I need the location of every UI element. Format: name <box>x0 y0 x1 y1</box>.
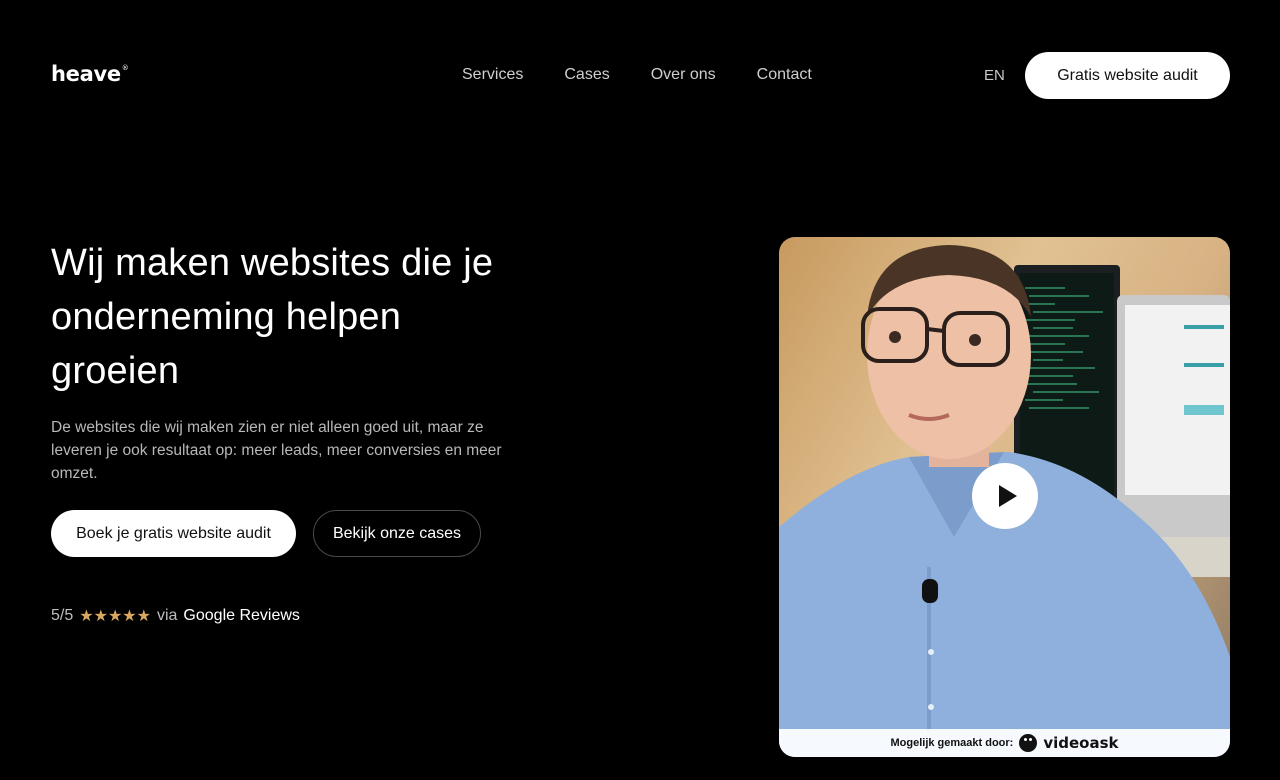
made-by-label: Mogelijk gemaakt door: <box>890 737 1014 749</box>
language-switch[interactable]: EN <box>984 67 1005 84</box>
hero-subtitle: De websites die wij maken zien er niet a… <box>51 419 502 482</box>
hero-title: Wij maken websites die je onderneming he… <box>51 242 494 392</box>
star-icons: ★★★★★ <box>79 608 151 625</box>
videoask-logo-icon <box>1019 734 1038 752</box>
logo-text: heave <box>51 62 121 86</box>
rating-score: 5/5 <box>51 607 74 624</box>
rating-source: Google Reviews <box>183 607 300 624</box>
nav-services[interactable]: Services <box>462 66 523 84</box>
website-audit-button[interactable]: Gratis website audit <box>1025 52 1230 99</box>
video-player[interactable]: Mogelijk gemaakt door: videoask <box>779 237 1230 757</box>
nav-over-ons[interactable]: Over ons <box>651 66 716 84</box>
book-audit-button[interactable]: Boek je gratis website audit <box>51 510 296 557</box>
view-cases-button[interactable]: Bekijk onze cases <box>313 510 481 557</box>
videoask-brand: videoask <box>1043 734 1119 752</box>
registered-mark: ® <box>121 64 129 72</box>
rating: 5/5 ★★★★★ via Google Reviews <box>51 606 300 626</box>
logo[interactable]: heave® <box>51 62 129 86</box>
main-nav: Services Cases Over ons Contact <box>462 66 853 84</box>
videoask-badge[interactable]: Mogelijk gemaakt door: videoask <box>779 729 1230 757</box>
nav-contact[interactable]: Contact <box>757 66 812 84</box>
rating-via: via <box>156 607 178 624</box>
play-icon <box>998 485 1017 507</box>
nav-cases[interactable]: Cases <box>564 66 609 84</box>
play-button[interactable] <box>972 463 1038 529</box>
